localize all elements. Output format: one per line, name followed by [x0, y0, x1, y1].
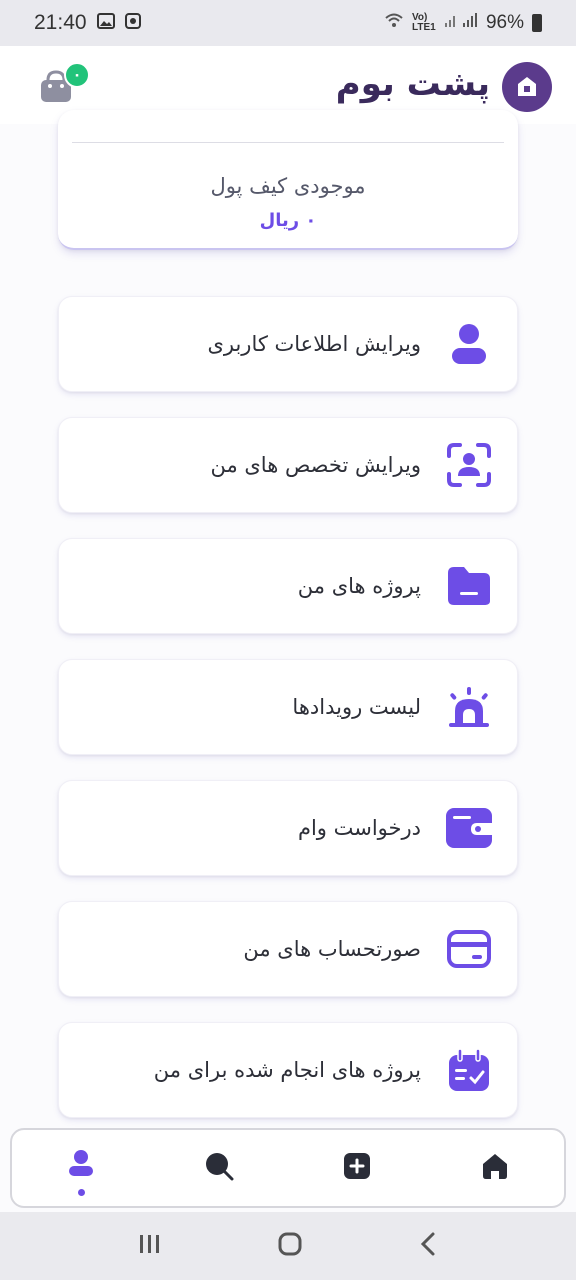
card-icon — [445, 925, 493, 973]
battery-percent: 96% — [485, 12, 524, 33]
app-logo-icon[interactable] — [502, 62, 552, 112]
nav-profile[interactable] — [51, 1138, 111, 1198]
menu-item-invoices[interactable]: صورتحساب های من — [58, 901, 518, 997]
cart-badge: ۰ — [64, 62, 90, 88]
menu-item-label: پروژه های من — [297, 574, 421, 598]
menu-item-events[interactable]: لیست رویدادها — [58, 659, 518, 755]
status-right: Vo) LTE1 96% — [384, 12, 542, 34]
menu-item-edit-expertise[interactable]: ویرایش تخصص های من — [58, 417, 518, 513]
status-left: 21:40 — [34, 11, 141, 35]
menu-item-edit-profile[interactable]: ویرایش اطلاعات کاربری — [58, 296, 518, 392]
calendar-check-icon — [445, 1046, 493, 1094]
notification-app-icon — [124, 11, 141, 35]
wallet-card: موجودی کیف پول ۰ ریال — [58, 110, 518, 250]
system-nav-bar — [0, 1212, 576, 1280]
menu-item-label: پروژه های انجام شده برای من — [153, 1058, 421, 1082]
nav-add[interactable] — [327, 1138, 387, 1198]
home-icon — [480, 1151, 510, 1185]
wallet-amount: ۰ ریال — [259, 210, 317, 231]
recent-apps-icon[interactable] — [138, 1233, 162, 1259]
status-time: 21:40 — [34, 11, 87, 34]
menu-item-loan-request[interactable]: درخواست وام — [58, 780, 518, 876]
menu-item-completed-projects[interactable]: پروژه های انجام شده برای من — [58, 1022, 518, 1118]
siren-icon — [445, 683, 493, 731]
user-scan-icon — [445, 441, 493, 489]
status-bar: 21:40 Vo) LTE1 96% — [0, 0, 576, 46]
profile-icon — [67, 1149, 95, 1187]
home-button-icon[interactable] — [277, 1231, 303, 1261]
wallet-label: موجودی کیف پول — [210, 174, 366, 198]
nav-home[interactable] — [465, 1138, 525, 1198]
menu-item-label: صورتحساب های من — [243, 937, 421, 961]
gallery-icon — [96, 11, 115, 35]
network-label: Vo) LTE1 — [411, 12, 436, 33]
menu-item-label: ویرایش اطلاعات کاربری — [207, 332, 421, 356]
menu-item-label: درخواست وام — [297, 816, 421, 840]
search-icon — [204, 1151, 234, 1185]
battery-icon — [532, 14, 542, 32]
menu-item-label: ویرایش تخصص های من — [210, 453, 421, 477]
folder-icon — [445, 562, 493, 610]
wallet-icon — [445, 804, 493, 852]
menu-item-label: لیست رویدادها — [292, 695, 421, 719]
app-name: پشت بوم — [335, 64, 490, 104]
wallet-divider — [72, 142, 504, 143]
wifi-icon — [384, 12, 404, 34]
user-icon — [445, 320, 493, 368]
profile-menu: ویرایش اطلاعات کاربری ویرایش تخصص های من… — [58, 296, 518, 1143]
nav-search[interactable] — [189, 1138, 249, 1198]
add-icon — [343, 1152, 371, 1184]
back-icon[interactable] — [418, 1231, 438, 1261]
active-indicator — [77, 1189, 85, 1196]
menu-item-my-projects[interactable]: پروژه های من — [58, 538, 518, 634]
signal-icon — [444, 12, 478, 34]
bottom-nav — [10, 1128, 566, 1208]
